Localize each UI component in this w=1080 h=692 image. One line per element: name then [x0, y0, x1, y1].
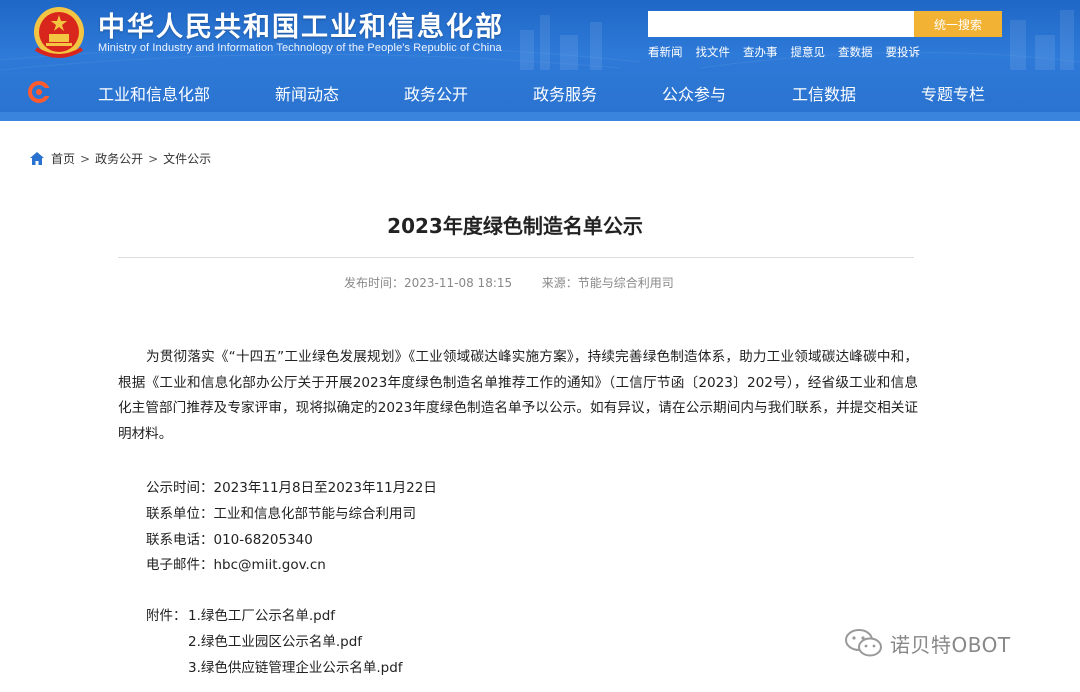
nav-item-gov-affairs[interactable]: 政务公开 [404, 81, 468, 105]
attachment-green-supply-chain[interactable]: 3.绿色供应链管理企业公示名单.pdf [188, 656, 403, 676]
national-emblem-logo[interactable] [30, 5, 88, 61]
breadcrumb-file-notice[interactable]: 文件公示 [163, 150, 211, 167]
article-paragraph: 为贯彻落实《“十四五”工业绿色发展规划》《工业领域碳达峰实施方案》，持续完善绿色… [118, 349, 918, 442]
article-meta: 发布时间：2023-11-08 18:15 来源：节能与综合利用司 [344, 274, 674, 291]
nav-item-topics[interactable]: 专题专栏 [921, 81, 985, 105]
publish-time: 发布时间：2023-11-08 18:15 [344, 276, 513, 290]
home-icon[interactable] [30, 152, 44, 165]
breadcrumb: 首页 > 政务公开 > 文件公示 [30, 150, 211, 167]
quick-link-feedback[interactable]: 提意见 [791, 44, 826, 60]
attachment-green-park[interactable]: 2.绿色工业园区公示名单.pdf [188, 630, 362, 650]
breadcrumb-gov-affairs[interactable]: 政务公开 [95, 150, 143, 167]
nav-item-ministry[interactable]: 工业和信息化部 [98, 81, 210, 105]
main-nav: 工业和信息化部 新闻动态 政务公开 政务服务 公众参与 工信数据 专题专栏 [0, 72, 1080, 112]
contact-phone: 联系电话：010-68205340 [146, 532, 313, 548]
site-title: 中华人民共和国工业和信息化部 [98, 12, 504, 43]
quick-link-files[interactable]: 找文件 [696, 44, 731, 60]
contact-email: 电子邮件：hbc@miit.gov.cn [146, 557, 326, 573]
quick-link-services[interactable]: 查办事 [743, 44, 778, 60]
article-title: 2023年度绿色制造名单公示 [387, 214, 643, 238]
search-input[interactable] [648, 11, 914, 37]
nav-item-news[interactable]: 新闻动态 [275, 81, 339, 105]
breadcrumb-home[interactable]: 首页 [51, 150, 75, 167]
quick-link-data[interactable]: 查数据 [838, 44, 873, 60]
ministry-logo-icon[interactable] [28, 81, 50, 103]
nav-item-public-participation[interactable]: 公众参与 [662, 81, 726, 105]
attachment-green-factory[interactable]: 1.绿色工厂公示名单.pdf [188, 604, 335, 624]
wechat-icon [845, 629, 882, 657]
contact-unit: 联系单位：工业和信息化部节能与综合利用司 [146, 506, 416, 522]
breadcrumb-separator: > [80, 151, 91, 166]
site-subtitle: Ministry of Industry and Information Tec… [98, 42, 502, 54]
site-header: 中华人民共和国工业和信息化部 Ministry of Industry and … [0, 0, 1080, 121]
nav-underline [0, 112, 1080, 121]
quick-links: 看新闻 找文件 查办事 提意见 查数据 要投诉 [648, 44, 933, 60]
article-source: 来源：节能与综合利用司 [541, 276, 674, 290]
breadcrumb-separator: > [148, 151, 159, 166]
notice-period: 公示时间：2023年11月8日至2023年11月22日 [146, 480, 437, 496]
nav-item-data[interactable]: 工信数据 [792, 81, 856, 105]
title-divider [118, 257, 914, 258]
wechat-watermark: 诺贝特OBOT [844, 628, 1011, 658]
search-button[interactable]: 统一搜索 [914, 11, 1002, 37]
quick-link-complaint[interactable]: 要投诉 [886, 44, 921, 60]
nav-item-gov-services[interactable]: 政务服务 [533, 81, 597, 105]
attachments-label: 附件： [146, 608, 187, 624]
quick-link-news[interactable]: 看新闻 [648, 44, 683, 60]
watermark-text: 诺贝特OBOT [890, 632, 1011, 657]
